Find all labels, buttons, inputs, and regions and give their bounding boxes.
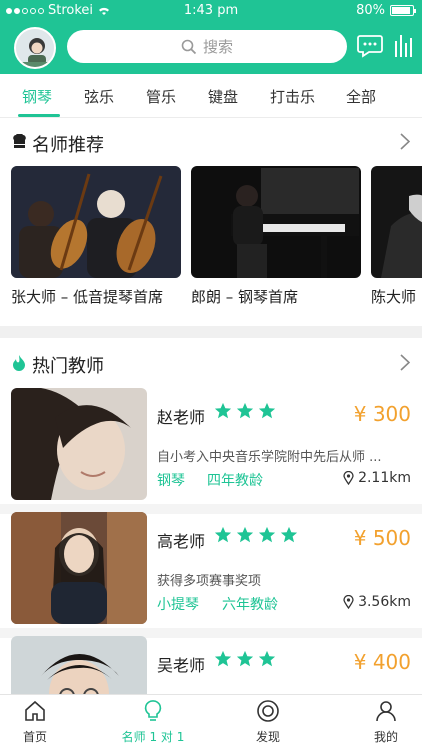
rating-stars <box>214 526 298 544</box>
nav-home[interactable]: 首页 <box>0 699 75 745</box>
chevron-right-icon[interactable] <box>400 354 410 371</box>
flame-icon <box>13 355 25 371</box>
star-icon <box>258 650 276 667</box>
message-icon[interactable] <box>357 34 383 58</box>
star-icon <box>236 650 254 667</box>
tab-percussion[interactable]: 打击乐 <box>270 86 315 107</box>
tab-winds[interactable]: 管乐 <box>146 86 176 107</box>
status-bar: Strokei 1:43 pm 80% <box>0 0 422 22</box>
teacher-distance: 2.11km <box>343 470 411 486</box>
teacher-price: ¥ 400 <box>353 650 411 674</box>
nav-discover-label: 发现 <box>255 730 280 744</box>
featured-card[interactable]: 张大师 – 低音提琴首席 <box>11 166 181 307</box>
rating-stars <box>214 650 276 668</box>
featured-card[interactable]: 郎朗 – 钢琴首席 <box>191 166 361 307</box>
bottom-nav: 首页 名师 1 对 1 发现 我的 <box>0 694 422 750</box>
nav-profile[interactable]: 我的 <box>346 699 422 745</box>
star-icon <box>236 402 254 419</box>
rating-stars <box>214 402 276 420</box>
chevron-right-icon[interactable] <box>400 133 410 150</box>
teacher-photo <box>11 388 147 500</box>
featured-caption: 张大师 – 低音提琴首席 <box>11 288 164 306</box>
search-bar[interactable]: 搜索 <box>67 30 347 63</box>
nav-profile-label: 我的 <box>373 730 398 744</box>
star-icon <box>214 402 232 419</box>
teacher-price: ¥ 300 <box>353 402 411 426</box>
teacher-photo <box>11 512 147 624</box>
distance-value: 3.56km <box>358 594 411 610</box>
nav-discover[interactable]: 发现 <box>228 699 308 745</box>
discover-icon <box>257 700 279 722</box>
teacher-experience: 六年教龄 <box>222 597 278 613</box>
teacher-name: 赵老师 <box>157 408 206 427</box>
nav-home-label: 首页 <box>22 730 47 744</box>
teacher-name: 高老师 <box>157 532 206 551</box>
teacher-description: 自小考入中央音乐学院附中先后从师 ... <box>157 450 382 465</box>
tab-keyboard[interactable]: 键盘 <box>208 86 238 107</box>
star-icon <box>258 402 276 419</box>
section-gap <box>0 326 422 338</box>
avatar[interactable] <box>14 27 56 69</box>
search-placeholder: 搜索 <box>202 38 233 56</box>
featured-photo <box>371 166 422 278</box>
user-icon <box>376 701 396 722</box>
tab-active-indicator <box>18 114 60 117</box>
location-pin-icon <box>343 595 354 609</box>
teacher-name: 吴老师 <box>157 656 206 675</box>
teacher-instrument: 小提琴 <box>157 597 199 613</box>
teacher-card[interactable]: 高老师 ¥ 500 获得多项赛事奖项 小提琴 六年教龄 3.56km <box>0 506 422 628</box>
featured-title: 名师推荐 <box>32 135 104 156</box>
featured-photo <box>191 166 361 278</box>
teacher-instrument: 钢琴 <box>157 473 185 489</box>
bars-icon[interactable] <box>393 33 413 59</box>
avatar-icon <box>16 29 54 67</box>
teacher-photo <box>11 636 147 694</box>
star-icon <box>214 650 232 667</box>
nav-teachers-label: 名师 1 对 1 <box>121 730 185 744</box>
app-header: Strokei 1:43 pm 80% 搜索 <box>0 0 422 74</box>
featured-card[interactable]: 陈大师 <box>371 166 422 307</box>
location-pin-icon <box>343 471 354 485</box>
battery-percent: 80% <box>356 3 385 18</box>
distance-value: 2.11km <box>358 470 411 486</box>
tab-all[interactable]: 全部 <box>346 86 376 107</box>
popular-title: 热门教师 <box>32 356 104 377</box>
star-icon <box>280 526 298 543</box>
featured-photo <box>11 166 181 278</box>
teacher-card[interactable]: 赵老师 ¥ 300 自小考入中央音乐学院附中先后从师 ... 钢琴 四年教龄 2… <box>0 382 422 504</box>
teacher-description: 获得多项赛事奖项 <box>157 574 262 589</box>
featured-header[interactable]: 名师推荐 <box>0 119 422 163</box>
chef-hat-icon <box>13 134 26 148</box>
teacher-distance: 3.56km <box>343 594 411 610</box>
tab-strings[interactable]: 弦乐 <box>84 86 114 107</box>
category-tabs: 钢琴 弦乐 管乐 键盘 打击乐 全部 <box>0 74 422 118</box>
star-icon <box>236 526 254 543</box>
popular-header[interactable]: 热门教师 <box>0 340 422 384</box>
teacher-experience: 四年教龄 <box>207 473 263 489</box>
star-icon <box>258 526 276 543</box>
teacher-card[interactable]: 吴老师 ¥ 400 <box>0 630 422 694</box>
home-icon <box>25 700 45 721</box>
nav-teachers[interactable]: 名师 1 对 1 <box>113 699 193 745</box>
star-icon <box>214 526 232 543</box>
search-icon <box>181 39 197 54</box>
tab-piano[interactable]: 钢琴 <box>22 86 52 107</box>
bulb-icon <box>144 700 162 721</box>
battery-icon <box>390 5 416 16</box>
teacher-price: ¥ 500 <box>353 526 411 550</box>
featured-carousel: 张大师 – 低音提琴首席 郎朗 – 钢琴首席 陈大师 <box>0 164 422 324</box>
featured-caption: 陈大师 <box>371 288 417 306</box>
featured-caption: 郎朗 – 钢琴首席 <box>191 288 299 306</box>
